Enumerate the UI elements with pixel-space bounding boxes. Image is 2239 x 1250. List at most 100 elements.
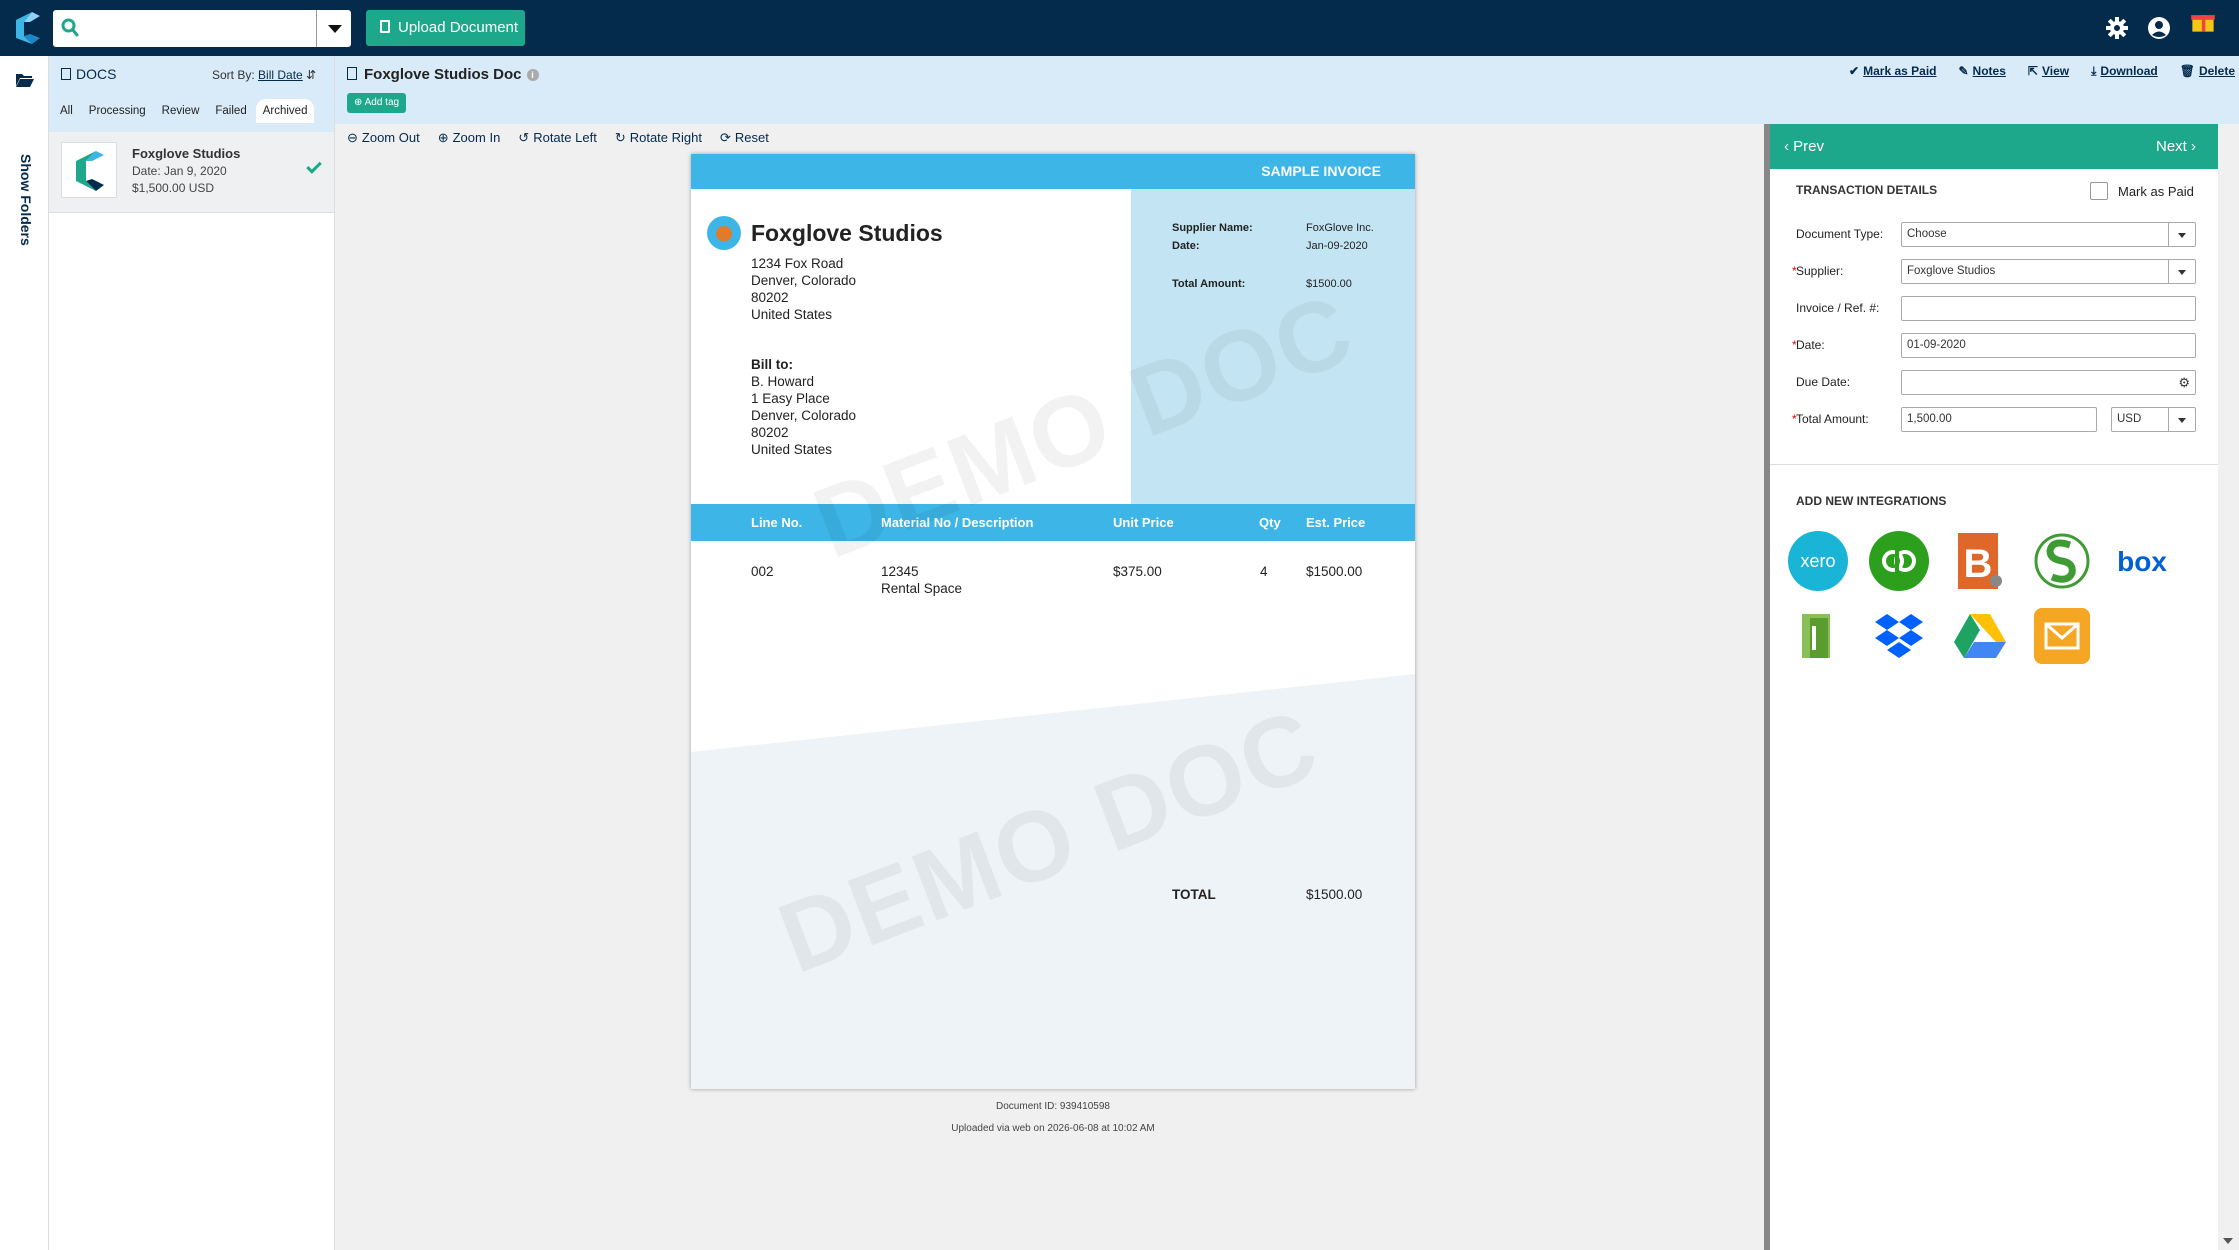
delete-label: Delete <box>2198 64 2235 78</box>
notes-link[interactable]: ✎ Notes <box>1958 64 2005 79</box>
notes-label: Notes <box>1972 64 2006 78</box>
currency-value: USD <box>2117 413 2142 425</box>
add-tag-button[interactable]: ⊕ Add tag <box>347 93 407 113</box>
invoice-date-value: Jan-09-2020 <box>1306 240 1368 252</box>
column-est-price: Est. Price <box>1306 515 1366 530</box>
zoom-out-label: Zoom Out <box>361 130 420 145</box>
invoice-ref-input[interactable] <box>1901 296 2196 321</box>
sort-by: Sort By: Bill Date ⇵ <box>212 68 316 82</box>
google-drive-icon[interactable] <box>1950 606 2010 666</box>
sort-order-icon[interactable]: ⇵ <box>306 68 316 82</box>
search-input[interactable] <box>87 14 307 42</box>
download-link[interactable]: ⤓ Download <box>2091 64 2158 79</box>
document-viewer: ⊖ Zoom Out ⊕ Zoom In ↺ Rotate Left ↻ Rotate … <box>335 124 1765 1250</box>
info-icon[interactable]: i <box>526 69 539 81</box>
show-folders-toggle[interactable]: Show Folders <box>18 154 34 246</box>
row-material: 12345 Rental Space <box>881 563 962 597</box>
external-link-icon: ⇱ <box>2027 64 2038 78</box>
email-icon[interactable] <box>2032 606 2092 666</box>
quickbooks-icon[interactable] <box>1869 531 1929 591</box>
tab-all[interactable]: All <box>53 99 80 123</box>
document-icon <box>380 20 390 33</box>
bill-to: Bill to: B. Howard 1 Easy Place Denver, … <box>751 356 856 458</box>
app-logo-icon <box>76 151 104 191</box>
xero-icon[interactable]: xero <box>1788 531 1848 591</box>
mark-as-paid-checkbox[interactable]: Mark as Paid <box>2090 182 2194 200</box>
invoice-header-band: SAMPLE INVOICE <box>691 154 1415 189</box>
total-label: TOTAL <box>1172 887 1216 902</box>
download-label: Download <box>2100 64 2158 78</box>
tab-archived[interactable]: Archived <box>255 99 315 123</box>
upload-info: Uploaded via web on 2026-06-08 at 10:02 … <box>951 1123 1155 1134</box>
docs-title-text: DOCS <box>76 66 117 82</box>
reset-button[interactable]: ⟳ Reset <box>720 130 769 146</box>
svg-text:B: B <box>1964 542 1993 586</box>
folder-icon[interactable] <box>15 72 35 88</box>
checkmark-icon <box>306 158 322 174</box>
sort-by-label: Sort By: <box>212 68 255 82</box>
gift-icon[interactable] <box>2190 8 2216 34</box>
gear-icon[interactable]: ⚙ <box>2178 371 2190 394</box>
line-items-header: Line No. Material No / Description Unit … <box>691 504 1415 541</box>
chevron-right-icon: › <box>2186 138 2196 155</box>
view-label: View <box>2041 64 2070 78</box>
doc-list-item[interactable]: Foxglove Studios Date: Jan 9, 2020 $1,50… <box>49 132 334 213</box>
mark-as-paid-label: Mark as Paid <box>1863 64 1937 78</box>
next-label: Next <box>2155 138 2187 155</box>
download-icon: ⤓ <box>2091 64 2097 78</box>
total-amount-input[interactable]: 1,500.00 <box>1901 407 2097 432</box>
docs-icon <box>61 68 71 80</box>
date-input[interactable]: 01-09-2020 <box>1901 333 2196 358</box>
total-value: $1500.00 <box>1306 887 1363 902</box>
supplier-label: Supplier: <box>1796 264 1844 278</box>
docs-header: DOCS Sort By: Bill Date ⇵ All Processing… <box>49 56 334 132</box>
supplier-name-label: Supplier Name: <box>1172 222 1253 234</box>
user-account-icon[interactable] <box>2146 15 2172 41</box>
book-icon[interactable] <box>1788 606 1848 666</box>
due-date-label: Due Date: <box>1796 375 1851 389</box>
chevron-down-icon <box>2168 223 2195 246</box>
search-box[interactable] <box>53 10 316 47</box>
page-scrollbar[interactable] <box>2218 124 2239 1250</box>
row-est-price: $1500.00 <box>1306 564 1363 579</box>
due-date-input[interactable]: ⚙ <box>1901 370 2196 395</box>
supplier-select[interactable]: Foxglove Studios <box>1901 259 2196 284</box>
rotate-right-icon: ↻ <box>614 130 626 145</box>
prev-button[interactable]: ‹ Prev <box>1784 138 1824 155</box>
box-icon[interactable]: box <box>2112 531 2172 591</box>
document-type-select[interactable]: Choose <box>1901 222 2196 247</box>
rotate-right-button[interactable]: ↻ Rotate Right <box>615 130 702 146</box>
tab-processing[interactable]: Processing <box>82 99 153 123</box>
currency-select[interactable]: USD <box>2111 407 2196 432</box>
tab-review[interactable]: Review <box>155 99 207 123</box>
address-line: 1234 Fox Road <box>751 256 844 271</box>
app-logo-icon[interactable] <box>10 10 44 46</box>
column-unit-price: Unit Price <box>1113 515 1174 530</box>
view-link[interactable]: ⇱ View <box>2028 64 2069 79</box>
dropbox-icon[interactable] <box>1869 606 1929 666</box>
search-dropdown-button[interactable] <box>316 10 351 47</box>
refresh-icon: ⟳ <box>719 130 731 145</box>
rotate-left-button[interactable]: ↺ Rotate Left <box>518 130 597 146</box>
zoom-out-button[interactable]: ⊖ Zoom Out <box>347 130 420 146</box>
next-button[interactable]: Next › <box>2156 138 2196 155</box>
invoice-ref-label: Invoice / Ref. #: <box>1796 301 1880 315</box>
zoom-in-button[interactable]: ⊕ Zoom In <box>438 130 501 146</box>
bill-icon[interactable]: B <box>1950 531 2010 591</box>
sage-icon[interactable] <box>2032 531 2092 591</box>
mark-as-paid-link[interactable]: ✔ Mark as Paid <box>1849 64 1936 79</box>
bill-to-line: 80202 <box>751 425 789 440</box>
gear-icon[interactable] <box>2104 15 2130 41</box>
document-title-text: Foxglove Studios Doc <box>364 66 522 83</box>
doc-item-date: Date: Jan 9, 2020 <box>132 164 227 178</box>
sort-by-link[interactable]: Bill Date <box>258 68 303 82</box>
viewer-toolbar: ⊖ Zoom Out ⊕ Zoom In ↺ Rotate Left ↻ Rotate … <box>347 130 769 146</box>
upload-document-button[interactable]: Upload Document <box>366 10 525 46</box>
checkbox[interactable] <box>2090 182 2108 200</box>
date-label: Date: <box>1796 338 1825 352</box>
svg-text:xero: xero <box>1800 551 1835 571</box>
search-icon <box>61 18 79 37</box>
tab-failed[interactable]: Failed <box>208 99 253 123</box>
delete-link[interactable]: 🗑 Delete <box>2180 64 2235 79</box>
fox-logo-icon <box>707 216 741 250</box>
